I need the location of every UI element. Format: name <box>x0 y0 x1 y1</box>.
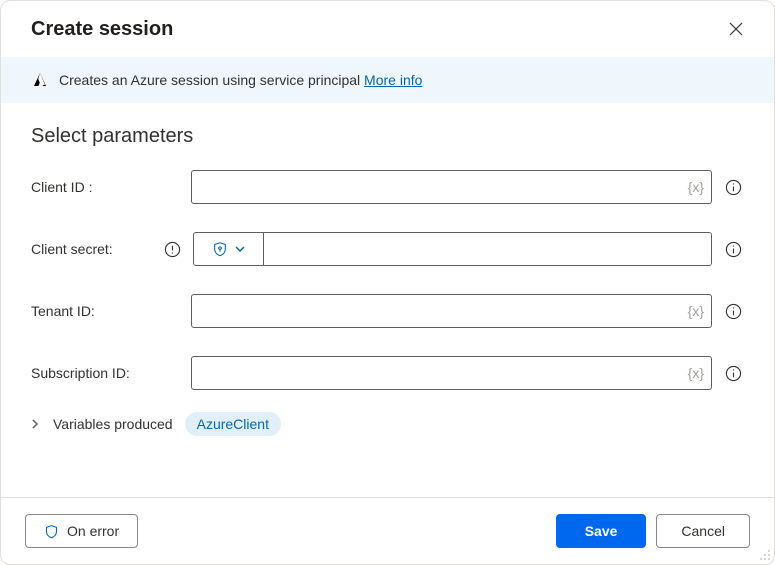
chevron-right-icon <box>29 418 41 430</box>
create-session-dialog: Create session Creates an Azure session … <box>0 0 775 565</box>
variables-produced-label[interactable]: Variables produced <box>53 416 173 432</box>
info-icon <box>725 303 742 320</box>
shield-icon <box>44 524 59 539</box>
close-button[interactable] <box>722 15 750 43</box>
chevron-down-icon <box>234 243 246 255</box>
field-row-tenant-id: Tenant ID: {x} <box>31 294 744 328</box>
tenant-id-input[interactable] <box>191 294 712 328</box>
more-info-link[interactable]: More info <box>364 72 422 88</box>
client-secret-info-button[interactable] <box>722 238 744 260</box>
cancel-label: Cancel <box>681 523 725 539</box>
subscription-id-input[interactable] <box>191 356 712 390</box>
warning-icon <box>164 241 181 258</box>
client-id-info-button[interactable] <box>722 176 744 198</box>
on-error-label: On error <box>67 523 119 539</box>
dialog-footer: On error Save Cancel <box>1 497 774 564</box>
field-row-client-secret: Client secret: <box>31 232 744 266</box>
client-id-input[interactable] <box>191 170 712 204</box>
shield-lock-icon <box>212 241 228 257</box>
info-banner: Creates an Azure session using service p… <box>1 57 774 103</box>
dialog-title: Create session <box>31 18 173 41</box>
save-label: Save <box>585 523 618 539</box>
client-secret-label: Client secret: <box>31 241 161 257</box>
client-secret-input[interactable] <box>264 233 711 265</box>
info-icon <box>725 241 742 258</box>
variable-chip-azureclient[interactable]: AzureClient <box>185 412 281 436</box>
client-id-label: Client ID : <box>31 179 191 195</box>
on-error-button[interactable]: On error <box>25 514 138 548</box>
client-secret-combo <box>193 232 712 266</box>
subscription-id-info-button[interactable] <box>722 362 744 384</box>
subscription-id-label: Subscription ID: <box>31 365 191 381</box>
info-icon <box>725 179 742 196</box>
field-row-subscription-id: Subscription ID: {x} <box>31 356 744 390</box>
client-secret-warning-button[interactable] <box>161 238 183 260</box>
dialog-header: Create session <box>1 1 774 57</box>
tenant-id-info-button[interactable] <box>722 300 744 322</box>
resize-grip-icon <box>757 547 771 561</box>
banner-text-content: Creates an Azure session using service p… <box>59 72 364 88</box>
field-row-client-id: Client ID : {x} <box>31 170 744 204</box>
client-secret-type-dropdown[interactable] <box>194 233 264 265</box>
resize-grip[interactable] <box>757 547 771 561</box>
variables-produced-row: Variables produced AzureClient <box>29 412 744 436</box>
azure-icon <box>31 71 49 89</box>
save-button[interactable]: Save <box>556 514 647 548</box>
cancel-button[interactable]: Cancel <box>656 514 750 548</box>
section-title: Select parameters <box>31 125 744 148</box>
dialog-body: Select parameters Client ID : {x} Client… <box>1 103 774 497</box>
banner-text: Creates an Azure session using service p… <box>59 72 422 88</box>
tenant-id-label: Tenant ID: <box>31 303 191 319</box>
variables-expand-toggle[interactable] <box>29 418 41 430</box>
info-icon <box>725 365 742 382</box>
close-icon <box>729 22 743 36</box>
